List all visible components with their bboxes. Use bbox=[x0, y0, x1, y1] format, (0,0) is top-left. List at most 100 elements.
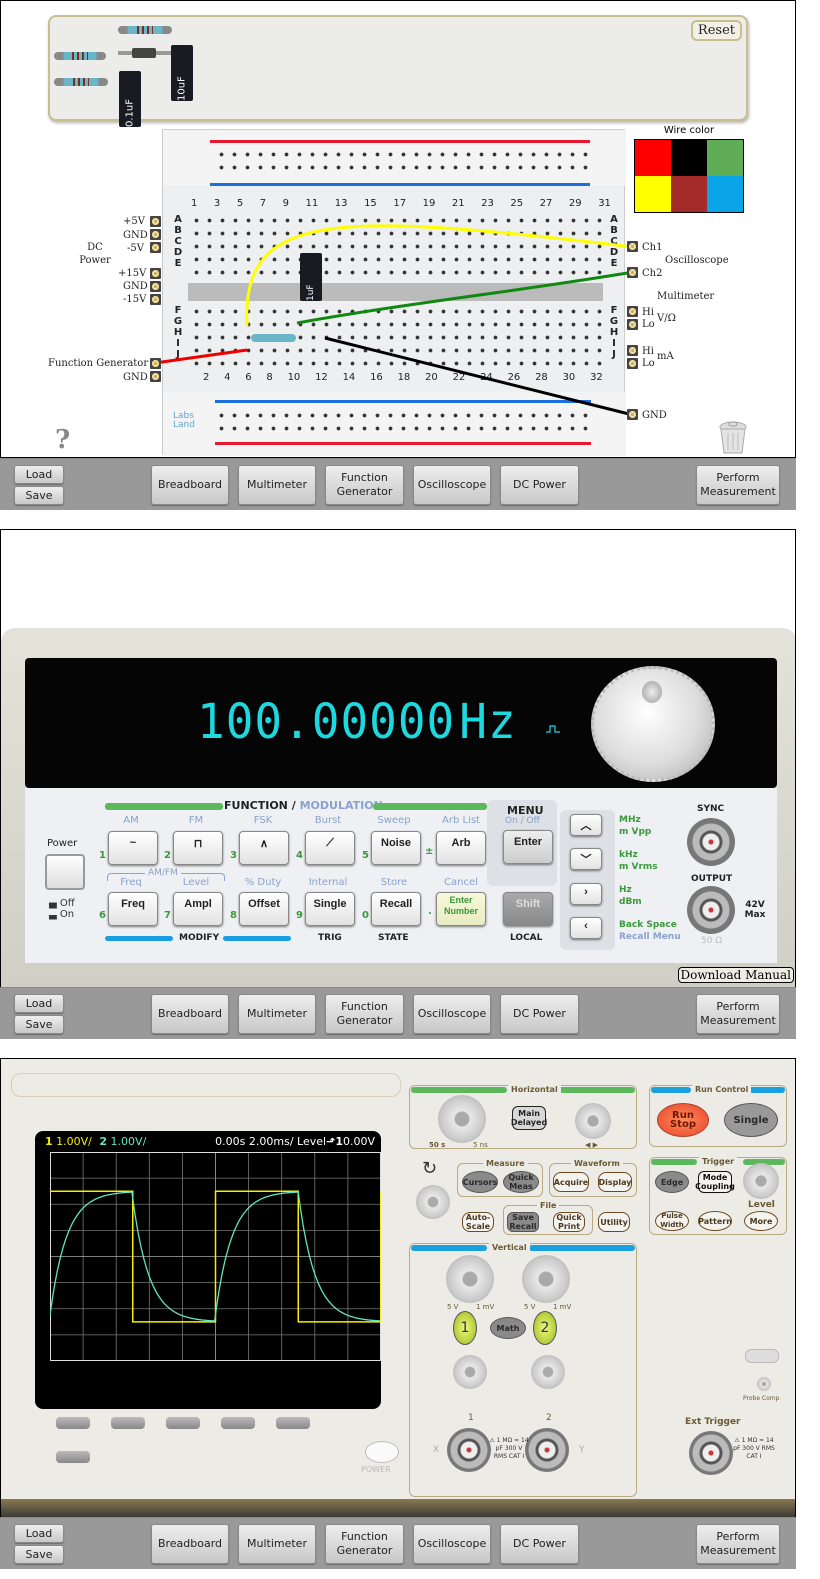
recall-key[interactable]: Recall bbox=[371, 892, 421, 926]
trigger-level-knob[interactable] bbox=[743, 1163, 779, 1199]
trash-icon[interactable] bbox=[717, 421, 749, 455]
triangle-key[interactable]: ∧ bbox=[239, 831, 289, 865]
timebase-knob[interactable] bbox=[438, 1095, 486, 1143]
horizontal-position-knob[interactable] bbox=[575, 1103, 611, 1139]
arb-key[interactable]: Arb bbox=[436, 831, 486, 865]
ampl-key[interactable]: Ampl bbox=[173, 892, 223, 926]
pulse-width-button[interactable]: Pulse Width bbox=[655, 1211, 689, 1231]
main-delayed-button[interactable]: Main Delayed bbox=[511, 1106, 547, 1130]
ch2-input-bnc[interactable] bbox=[525, 1428, 569, 1472]
wire-green[interactable] bbox=[296, 270, 634, 325]
display-button[interactable]: Display bbox=[598, 1172, 632, 1192]
wire-red[interactable] bbox=[154, 348, 248, 365]
oscilloscope-button[interactable]: Oscilloscope bbox=[413, 465, 491, 505]
wire-black[interactable] bbox=[324, 336, 634, 417]
breadboard-button[interactable]: Breadboard bbox=[151, 465, 229, 505]
offset-key[interactable]: Offset bbox=[239, 892, 289, 926]
arrow-up-button[interactable]: ︿ bbox=[570, 814, 602, 836]
ch1-volts-knob[interactable] bbox=[446, 1255, 494, 1303]
save-button[interactable]: Save bbox=[14, 1015, 64, 1034]
ch2-volts-knob[interactable] bbox=[522, 1255, 570, 1303]
multimeter-button[interactable]: Multimeter bbox=[238, 1524, 316, 1564]
jack-function-generator-gnd[interactable] bbox=[150, 371, 161, 382]
single-key[interactable]: Single bbox=[305, 892, 355, 926]
arrow-right-button[interactable]: › bbox=[570, 883, 602, 905]
function-generator-button[interactable]: Function Generator bbox=[325, 994, 404, 1034]
wire-yellow[interactable] bbox=[245, 224, 634, 327]
perform-measurement-button[interactable]: Perform Measurement bbox=[696, 994, 780, 1034]
mode-coupling-button[interactable]: Mode Coupling bbox=[695, 1171, 735, 1193]
perform-measurement-button[interactable]: Perform Measurement bbox=[696, 1524, 780, 1564]
jack-minus5v[interactable] bbox=[150, 242, 161, 253]
softkey-3[interactable] bbox=[166, 1417, 200, 1429]
jack-ch1[interactable] bbox=[627, 241, 638, 252]
breadboard-button[interactable]: Breadboard bbox=[151, 1524, 229, 1564]
load-button[interactable]: Load bbox=[14, 994, 64, 1013]
cursors-button[interactable]: Cursors bbox=[462, 1171, 498, 1193]
jack-multimeter-ma-lo[interactable] bbox=[627, 358, 638, 369]
sync-bnc-connector[interactable] bbox=[687, 818, 735, 866]
softkey-5[interactable] bbox=[276, 1417, 310, 1429]
shift-key[interactable]: Shift bbox=[503, 892, 553, 926]
jack-multimeter-v-lo[interactable] bbox=[627, 319, 638, 330]
load-button[interactable]: Load bbox=[14, 465, 64, 484]
single-button[interactable]: Single bbox=[724, 1103, 778, 1137]
ch1-button[interactable]: 1 bbox=[453, 1311, 477, 1345]
multimeter-button[interactable]: Multimeter bbox=[238, 465, 316, 505]
softkey-2[interactable] bbox=[111, 1417, 145, 1429]
breadboard-button[interactable]: Breadboard bbox=[151, 994, 229, 1034]
function-generator-button[interactable]: Function Generator bbox=[325, 1524, 404, 1564]
run-stop-button[interactable]: Run Stop bbox=[657, 1103, 709, 1137]
multimeter-button[interactable]: Multimeter bbox=[238, 994, 316, 1034]
noise-key[interactable]: Noise bbox=[371, 831, 421, 865]
probe-comp-terminal[interactable] bbox=[757, 1377, 771, 1391]
jack-multimeter-v-hi[interactable] bbox=[627, 306, 638, 317]
freq-key[interactable]: Freq bbox=[108, 892, 158, 926]
dc-power-button[interactable]: DC Power bbox=[500, 1524, 579, 1564]
wire-color-black[interactable] bbox=[671, 140, 707, 176]
power-button[interactable] bbox=[45, 854, 85, 890]
entry-knob[interactable] bbox=[416, 1185, 450, 1219]
power-button[interactable] bbox=[365, 1441, 399, 1463]
pattern-button[interactable]: Pattern bbox=[698, 1211, 732, 1231]
function-generator-button[interactable]: Function Generator bbox=[325, 465, 404, 505]
save-button[interactable]: Save bbox=[14, 1545, 64, 1564]
download-manual-button[interactable]: Download Manual bbox=[677, 967, 794, 983]
jack-function-generator[interactable] bbox=[150, 358, 161, 369]
output-bnc-connector[interactable] bbox=[687, 886, 735, 934]
load-button[interactable]: Load bbox=[14, 1524, 64, 1543]
sine-key[interactable]: ~ bbox=[108, 831, 158, 865]
jack-minus15v[interactable] bbox=[150, 294, 161, 305]
autoscale-button[interactable]: Auto-Scale bbox=[462, 1212, 494, 1232]
jack-plus15v[interactable] bbox=[150, 268, 161, 279]
wire-color-yellow[interactable] bbox=[635, 176, 671, 212]
enter-number-key[interactable]: Enter Number bbox=[436, 892, 486, 926]
utility-button[interactable]: Utility bbox=[598, 1212, 630, 1232]
help-icon[interactable]: ? bbox=[55, 425, 70, 455]
square-key[interactable]: ⊓ bbox=[173, 831, 223, 865]
dc-power-button[interactable]: DC Power bbox=[500, 465, 579, 505]
more-button[interactable]: More bbox=[744, 1211, 778, 1231]
softkey-4[interactable] bbox=[221, 1417, 255, 1429]
ramp-key[interactable]: ⟋ bbox=[305, 831, 355, 865]
ch1-position-knob[interactable] bbox=[453, 1355, 487, 1389]
quick-print-button[interactable]: Quick Print bbox=[553, 1212, 585, 1232]
oscilloscope-button[interactable]: Oscilloscope bbox=[413, 1524, 491, 1564]
ext-trigger-bnc[interactable] bbox=[689, 1431, 733, 1475]
jack-plus5v[interactable] bbox=[150, 216, 161, 227]
edge-button[interactable]: Edge bbox=[655, 1171, 689, 1193]
wire-color-green[interactable] bbox=[707, 140, 743, 176]
quick-meas-button[interactable]: Quick Meas bbox=[503, 1171, 539, 1193]
jack-ch2[interactable] bbox=[627, 267, 638, 278]
dc-power-button[interactable]: DC Power bbox=[500, 994, 579, 1034]
oscilloscope-button[interactable]: Oscilloscope bbox=[413, 994, 491, 1034]
ch1-input-bnc[interactable] bbox=[447, 1428, 491, 1472]
perform-measurement-button[interactable]: Perform Measurement bbox=[696, 465, 780, 505]
rotary-knob[interactable] bbox=[591, 666, 715, 782]
ch2-button[interactable]: 2 bbox=[533, 1311, 557, 1345]
jack-gnd[interactable] bbox=[150, 229, 161, 240]
enter-key[interactable]: Enter bbox=[503, 830, 553, 864]
jack-gnd[interactable] bbox=[627, 409, 638, 420]
softkey-menu[interactable] bbox=[56, 1451, 90, 1463]
arrow-down-button[interactable]: ﹀ bbox=[570, 848, 602, 870]
